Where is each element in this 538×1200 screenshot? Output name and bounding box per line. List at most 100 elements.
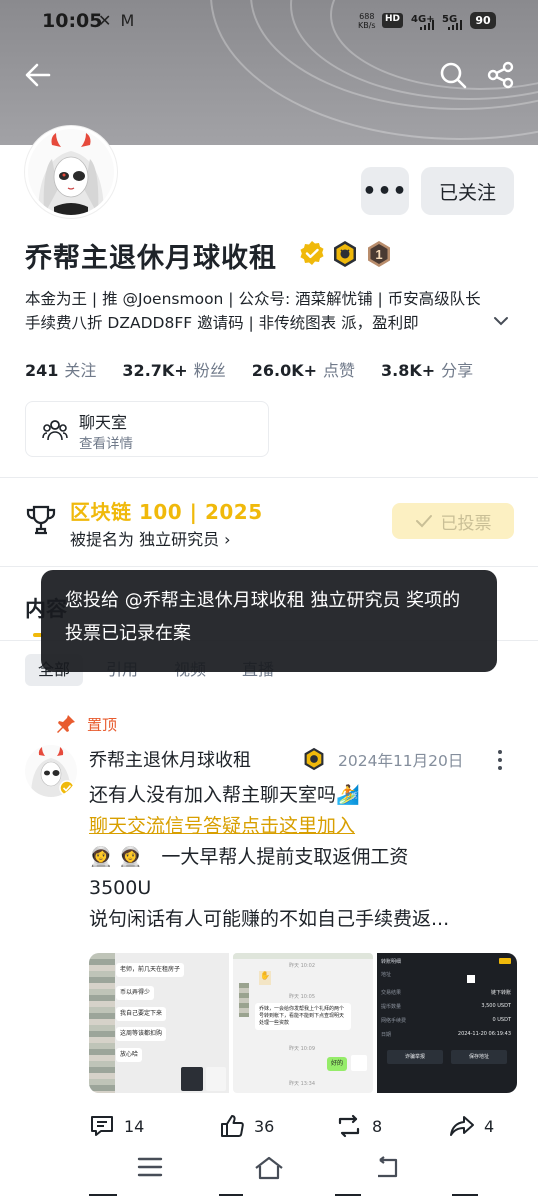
following-button[interactable]: 已关注 [421, 167, 514, 215]
pinned-label: 置顶 [55, 713, 117, 735]
tx-row-value: 3,500 USDT [481, 1003, 511, 1009]
verified-badge-icon [300, 241, 324, 265]
creator-badge-icon [334, 241, 356, 267]
pin-icon [57, 715, 75, 733]
like-count: 36 [254, 1116, 275, 1136]
repost-icon [338, 1114, 360, 1138]
image-strip [233, 953, 373, 959]
chat-sticker: ✋ [259, 971, 271, 985]
net-speed: 688 KB/s [358, 12, 376, 30]
trophy-icon [26, 505, 56, 535]
chat-timestamp: 昨天 13:34 [289, 1081, 315, 1087]
post-line: 👩‍🚀 👩‍🚀 一大早帮人提前支取返佣工资 [89, 846, 409, 868]
chatroom-title: 聊天室 [79, 413, 128, 432]
comment-button[interactable]: 14 [89, 1113, 144, 1139]
tx-row-label: 交易结果 [381, 990, 402, 996]
profile-banner: 10:05 ✕ M 688 KB/s HD 4G+ 5G 90 [0, 0, 538, 145]
svg-text:1: 1 [375, 247, 382, 262]
divider [0, 566, 538, 567]
check-icon [415, 515, 432, 528]
more-button[interactable]: ••• [361, 167, 409, 215]
tx-row-label: 提币数量 [381, 1004, 402, 1010]
chat-bubble: 我自己要定下来 [116, 1007, 167, 1021]
tx-title: 转账明细 [381, 959, 402, 965]
post-image-2[interactable]: 昨天 10:02 ✋ 昨天 10:05 乔妹，一会给你发帮我上个礼拜的两个号转到… [233, 953, 373, 1093]
blurred-avatar [239, 983, 249, 1017]
post-body[interactable]: 还有人没有加入帮主聊天室吗🏄 聊天交流信号答疑点击这里加入 👩‍🚀 👩‍🚀 一大… [89, 780, 515, 935]
arrow-left-icon[interactable] [25, 62, 51, 88]
post-images: 老师，前几天在租房子 币以弄得少 我自己要定下来 这周等该都扣购 放心哈 昨天 … [89, 953, 517, 1093]
thumbs-up-icon [221, 1115, 244, 1137]
tx-report-button: 诈骗举报 [387, 1050, 443, 1064]
tx-tag [499, 958, 511, 964]
repost-button[interactable]: 8 [335, 1113, 382, 1139]
menu-icon[interactable] [137, 1156, 163, 1178]
post-actions: 14 36 8 4 [89, 1113, 515, 1141]
share-count: 4 [484, 1116, 495, 1136]
chatroom-card[interactable]: 聊天室 查看详情 [25, 401, 269, 457]
embedded-image [181, 1067, 203, 1091]
peek-mark [452, 1194, 478, 1200]
post-line: 还有人没有加入帮主聊天室吗🏄 [89, 784, 360, 806]
battery-indicator: 90 [470, 12, 496, 29]
stat-followers[interactable]: 32.7K+ 粉丝 [122, 357, 225, 381]
chat-bubble: 币以弄得少 [116, 986, 155, 1000]
chat-timestamp: 昨天 10:02 [289, 963, 315, 969]
home-icon[interactable] [254, 1156, 284, 1180]
comment-count: 14 [124, 1116, 145, 1136]
repost-count: 8 [372, 1116, 383, 1136]
group-icon [42, 420, 68, 441]
peek-mark [335, 1194, 361, 1200]
blurred-avatars [89, 953, 115, 1093]
stat-shares[interactable]: 3.8K+ 分享 [381, 357, 473, 381]
avatar-illustration [25, 745, 77, 797]
chevron-down-icon[interactable] [492, 312, 510, 330]
share-post-button[interactable]: 4 [449, 1113, 494, 1139]
avatar-illustration [28, 129, 114, 215]
hd-badge: HD [382, 13, 404, 28]
embedded-image [206, 1067, 226, 1091]
tx-qr [467, 975, 475, 983]
stat-following[interactable]: 241 关注 [25, 357, 96, 381]
like-button[interactable]: 36 [219, 1113, 274, 1139]
post-image-1[interactable]: 老师，前几天在租房子 币以弄得少 我自己要定下来 这周等该都扣购 放心哈 [89, 953, 229, 1093]
post-date: 2024年11月20日 [338, 752, 464, 770]
chat-bubble: 老师，前几天在租房子 [116, 963, 185, 977]
vote-toast: 您投给 @乔帮主退休月球收租 独立研究员 奖项的投票已记录在案 [41, 570, 497, 672]
tx-row-value: 链下转账 [490, 990, 511, 996]
more-vertical-icon[interactable] [496, 749, 504, 771]
chat-avatar [351, 1055, 367, 1071]
post-image-3[interactable]: 转账明细 地址 交易结果 链下转账 提币数量 3,500 USDT 网络手续费 … [377, 953, 517, 1093]
stat-likes[interactable]: 26.0K+ 点赞 [252, 357, 355, 381]
chat-timestamp: 昨天 10:05 [289, 994, 315, 1000]
tx-save-button: 保存地址 [451, 1050, 507, 1064]
chatroom-subtitle: 查看详情 [79, 436, 133, 452]
voted-button[interactable]: 已投票 [392, 503, 514, 539]
post-author-name[interactable]: 乔帮主退休月球收租 [89, 746, 251, 772]
profile-avatar[interactable] [25, 126, 117, 218]
back-icon[interactable] [374, 1156, 402, 1180]
status-time: 10:05 [42, 10, 103, 32]
status-notifications: ✕ M [98, 11, 137, 30]
share-icon[interactable] [487, 61, 515, 89]
post-author-avatar[interactable] [25, 745, 77, 797]
post-line: 3500U [89, 877, 152, 899]
chat-reply-bubble: 好的 [327, 1057, 348, 1071]
chat-bubble: 乔妹，一会给你发帮我上个礼拜的两个号转到帐下，看能不能到下点查现明天处理一些资款 [255, 1003, 351, 1030]
tx-row-label: 地址 [381, 972, 392, 978]
forward-icon [450, 1116, 474, 1136]
award-title: 区块链 100 | 2025 [70, 500, 263, 524]
search-icon[interactable] [439, 61, 467, 89]
profile-stats: 241 关注 32.7K+ 粉丝 26.0K+ 点赞 3.8K+ 分享 [25, 357, 499, 381]
peek-mark [219, 1194, 243, 1200]
signal-bars-icon [420, 20, 434, 30]
award-nomination-link[interactable]: 被提名为 独立研究员 › [70, 526, 231, 550]
tx-row-label: 网络手续费 [381, 1018, 407, 1024]
tx-row-value: 2024-11-20 06:19:43 [457, 1031, 511, 1037]
peek-mark [89, 1194, 117, 1200]
bottom-bar-peek [0, 1190, 538, 1200]
post-join-link[interactable]: 聊天交流信号答疑点击这里加入 [89, 811, 515, 842]
creator-badge-icon [304, 747, 324, 771]
status-bar: 10:05 ✕ M 688 KB/s HD 4G+ 5G 90 [0, 0, 538, 42]
profile-bio: 本金为王 | 推 @Joensmoon | 公众号: 酒菜解忧铺 | 币安高级队… [25, 290, 481, 332]
